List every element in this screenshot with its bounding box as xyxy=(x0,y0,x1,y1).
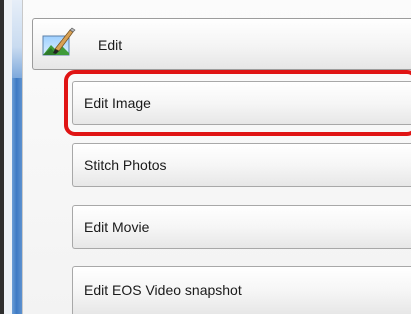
edit-category-label: Edit xyxy=(98,37,123,53)
edit-category-button[interactable]: Edit xyxy=(32,18,411,70)
edit-image-brush-icon xyxy=(42,27,76,56)
edit-image-label: Edit Image xyxy=(84,95,151,111)
edit-movie-button[interactable]: Edit Movie xyxy=(72,205,411,249)
category-side-strip xyxy=(12,0,22,314)
edit-eos-video-snapshot-label: Edit EOS Video snapshot xyxy=(84,282,242,298)
stitch-photos-label: Stitch Photos xyxy=(84,157,167,173)
edit-eos-video-snapshot-button[interactable]: Edit EOS Video snapshot xyxy=(72,266,411,314)
edit-image-button[interactable]: Edit Image xyxy=(72,81,411,125)
edit-movie-label: Edit Movie xyxy=(84,219,150,235)
stitch-photos-button[interactable]: Stitch Photos xyxy=(72,143,411,187)
edit-menu-window: Edit Edit Image Stitch Photos Edit Movie… xyxy=(0,0,411,314)
window-margin xyxy=(4,0,12,314)
